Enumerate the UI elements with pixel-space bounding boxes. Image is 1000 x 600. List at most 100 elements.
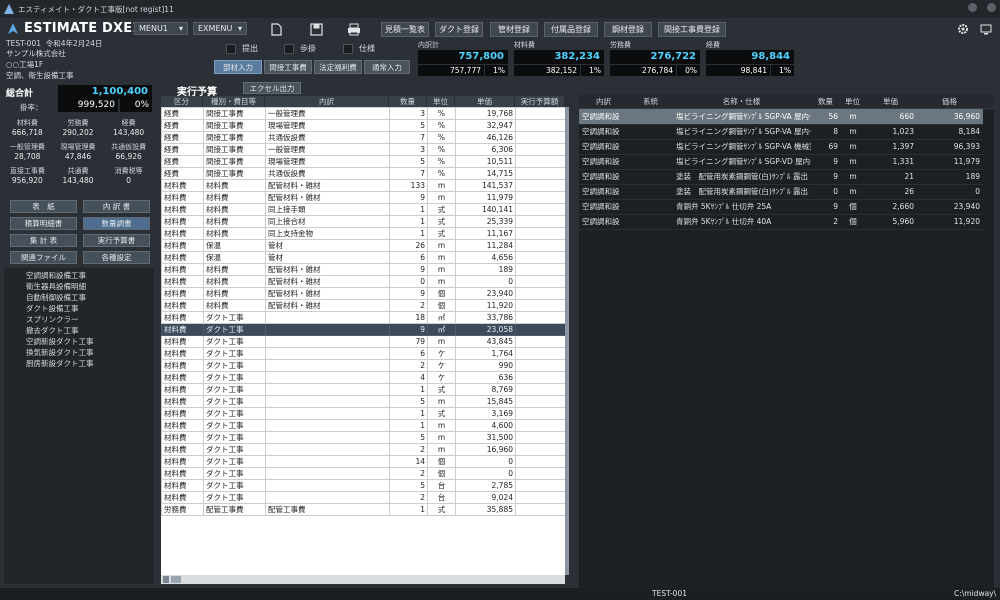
table-cell[interactable] xyxy=(515,179,565,192)
table-cell[interactable]: ダクト工事 xyxy=(203,431,266,444)
nav-settings[interactable]: 各種設定 xyxy=(83,251,150,264)
table-cell[interactable]: 2,785 xyxy=(455,479,516,492)
table-cell[interactable]: 一般管理費 xyxy=(265,107,390,120)
table-cell[interactable]: 2,660 xyxy=(865,199,917,215)
tree-item[interactable]: 換気新設ダクト工事 xyxy=(26,347,154,358)
table-cell[interactable]: m xyxy=(841,184,865,200)
table-cell[interactable]: 個 xyxy=(427,467,456,480)
nav-summary[interactable]: 集 計 表 xyxy=(10,234,77,247)
nav-cover[interactable]: 表 紙 xyxy=(10,200,77,213)
table-cell[interactable]: 2 xyxy=(389,467,428,480)
table-row[interactable]: 材料費 ダクト工事 4 ケ 636 xyxy=(161,371,565,384)
table-cell[interactable]: 空調調和設 xyxy=(579,199,629,215)
table-cell[interactable]: 配管材料・雑材 xyxy=(265,263,390,276)
table-cell[interactable]: 材料費 xyxy=(161,347,204,360)
table-cell[interactable]: 経費 xyxy=(161,143,204,156)
table-cell[interactable]: m xyxy=(427,191,456,204)
table-cell[interactable] xyxy=(515,323,565,336)
table-cell[interactable]: 空調調和設 xyxy=(579,139,629,155)
table-cell[interactable]: 133 xyxy=(389,179,428,192)
table-cell[interactable] xyxy=(629,169,673,185)
table-cell[interactable] xyxy=(265,347,390,360)
table-row[interactable]: 材料費 ダクト工事 2 個 0 xyxy=(161,467,565,480)
table-cell[interactable]: 青銅弁 5Kｻﾝﾌﾟﾙ 仕切弁 25A xyxy=(673,199,811,215)
table-cell[interactable]: ㎡ xyxy=(427,311,456,324)
table-cell[interactable]: 14,715 xyxy=(455,167,516,180)
table-cell[interactable]: 空調調和設 xyxy=(579,109,629,125)
table-cell[interactable]: 4,600 xyxy=(455,419,516,432)
col-header[interactable]: 単位 xyxy=(427,96,455,107)
table-cell[interactable]: 11,167 xyxy=(455,227,516,240)
table-cell[interactable]: 1,397 xyxy=(865,139,917,155)
mode-welfare-cost[interactable]: 法定福利費 xyxy=(314,60,362,74)
table-cell[interactable] xyxy=(515,215,565,228)
table-cell[interactable]: m xyxy=(427,443,456,456)
table-cell[interactable]: m xyxy=(427,419,456,432)
accessory-register-button[interactable]: 付属品登録 xyxy=(544,22,598,37)
col-header[interactable]: 内訳 xyxy=(579,94,629,109)
table-cell[interactable]: 2 xyxy=(389,359,428,372)
table-cell[interactable] xyxy=(265,407,390,420)
table-cell[interactable]: 1,023 xyxy=(865,124,917,140)
monitor-icon[interactable] xyxy=(978,21,994,37)
table-cell[interactable]: 19,768 xyxy=(455,107,516,120)
table-row[interactable]: 材料費 ダクト工事 5 m 15,845 xyxy=(161,395,565,408)
table-cell[interactable]: 6 xyxy=(389,251,428,264)
table-cell[interactable]: 経費 xyxy=(161,167,204,180)
table-cell[interactable]: 26 xyxy=(389,239,428,252)
table-cell[interactable] xyxy=(265,419,390,432)
table-cell[interactable] xyxy=(265,311,390,324)
table-cell[interactable]: 8,769 xyxy=(455,383,516,396)
table-cell[interactable]: 式 xyxy=(427,383,456,396)
table-cell[interactable]: 9 xyxy=(389,323,428,336)
table-cell[interactable]: 1 xyxy=(389,503,428,516)
exmenu-dropdown[interactable]: EXMENU ▾ xyxy=(193,22,247,35)
indirect-cost-register-button[interactable]: 間接工事費登録 xyxy=(658,22,726,37)
table-cell[interactable] xyxy=(265,431,390,444)
table-cell[interactable]: 材料費 xyxy=(161,311,204,324)
table-cell[interactable]: 140,141 xyxy=(455,203,516,216)
table-cell[interactable]: 189 xyxy=(455,263,516,276)
table-cell[interactable]: 材料費 xyxy=(161,479,204,492)
list-item[interactable]: 空調調和設 塩ビライニング鋼管ｻﾝﾌﾟﾙ SGP-VA 機械室 69 m 1,397 96… xyxy=(579,139,983,155)
table-cell[interactable]: 96,393 xyxy=(917,139,983,155)
table-cell[interactable]: 式 xyxy=(427,407,456,420)
table-cell[interactable]: ㎡ xyxy=(427,323,456,336)
table-row[interactable]: 材料費 保温 管材 6 m 4,656 xyxy=(161,251,565,264)
table-cell[interactable]: 個 xyxy=(427,287,456,300)
tree-item[interactable]: 空調調和設備工事 xyxy=(26,270,154,281)
table-cell[interactable] xyxy=(629,139,673,155)
table-row[interactable]: 材料費 材料費 配管材料・雑材 2 個 11,920 xyxy=(161,299,565,312)
list-item[interactable]: 空調調和設 塩ビライニング鋼管ｻﾝﾌﾟﾙ SGP-VA 屋内一 8 m 1,023 8,1… xyxy=(579,124,983,140)
table-cell[interactable]: 材料費 xyxy=(161,383,204,396)
col-header[interactable]: 単価 xyxy=(865,94,917,109)
table-cell[interactable]: 間接工事費 xyxy=(203,143,266,156)
nav-breakdown[interactable]: 内 訳 書 xyxy=(83,200,150,213)
table-cell[interactable]: 660 xyxy=(865,109,917,125)
table-cell[interactable]: 材料費 xyxy=(161,203,204,216)
list-item[interactable]: 空調調和設 青銅弁 5Kｻﾝﾌﾟﾙ 仕切弁 25A 9 個 2,660 23,940 xyxy=(579,199,983,215)
mode-normal-input[interactable]: 通常入力 xyxy=(364,60,410,74)
table-cell[interactable]: 個 xyxy=(427,455,456,468)
table-row[interactable]: 材料費 ダクト工事 2 ケ 990 xyxy=(161,359,565,372)
table-cell[interactable]: 経費 xyxy=(161,155,204,168)
table-cell[interactable] xyxy=(515,263,565,276)
table-row[interactable]: 材料費 ダクト工事 2 台 9,024 xyxy=(161,491,565,504)
table-cell[interactable]: 材料費 xyxy=(203,227,266,240)
table-cell[interactable]: 個 xyxy=(427,299,456,312)
table-cell[interactable] xyxy=(515,455,565,468)
budget-vertical-scrollbar[interactable] xyxy=(565,107,569,575)
table-cell[interactable]: 材料費 xyxy=(161,359,204,372)
table-cell[interactable]: 31,500 xyxy=(455,431,516,444)
table-row[interactable]: 経費 間接工事費 共通仮設費 7% 14,715 xyxy=(161,167,565,180)
minimize-button[interactable] xyxy=(968,3,977,12)
table-cell[interactable]: 0 xyxy=(389,275,428,288)
table-cell[interactable]: 式 xyxy=(427,503,456,516)
table-cell[interactable]: 材料費 xyxy=(161,215,204,228)
table-cell[interactable]: 経費 xyxy=(161,131,204,144)
table-cell[interactable]: m xyxy=(427,275,456,288)
table-cell[interactable]: 材料費 xyxy=(161,467,204,480)
table-cell[interactable] xyxy=(515,167,565,180)
table-cell[interactable] xyxy=(629,199,673,215)
table-cell[interactable]: 636 xyxy=(455,371,516,384)
